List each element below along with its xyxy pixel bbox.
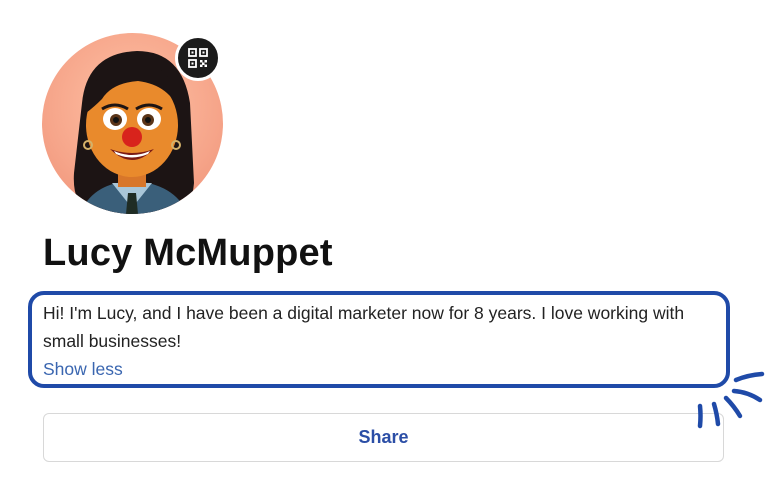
share-button[interactable]: Share — [43, 413, 724, 462]
profile-bio: Hi! I'm Lucy, and I have been a digital … — [43, 303, 685, 351]
qr-code-icon — [188, 48, 208, 68]
sparkle-lines-icon — [697, 371, 765, 429]
show-less-link[interactable]: Show less — [43, 359, 123, 380]
profile-page: Lucy McMuppet Hi! I'm Lucy, and I have b… — [0, 0, 768, 495]
qr-code-button[interactable] — [175, 35, 221, 81]
profile-name: Lucy McMuppet — [43, 232, 333, 274]
